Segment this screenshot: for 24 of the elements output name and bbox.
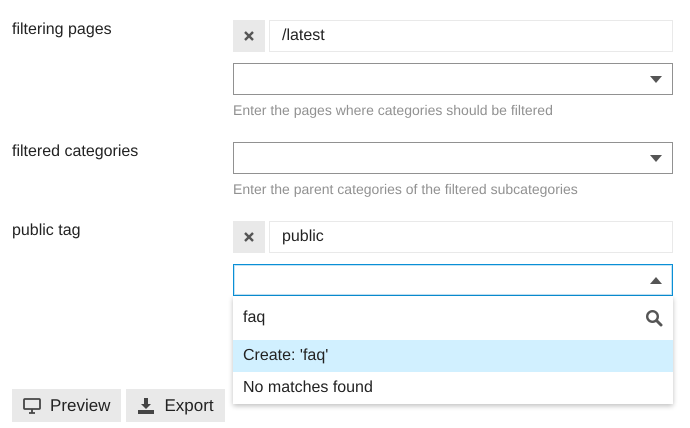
dropdown-field[interactable] xyxy=(233,63,673,95)
caret-down-icon xyxy=(650,76,662,82)
selected-value: /latest xyxy=(269,20,673,52)
close-icon xyxy=(244,31,254,41)
setting-label: filtered categories xyxy=(12,142,140,162)
dropdown-option[interactable]: Create: 'faq' xyxy=(233,340,673,372)
close-icon xyxy=(244,232,254,242)
monitor-icon xyxy=(23,398,41,414)
search-field[interactable]: faq xyxy=(233,306,645,330)
dropdown-field[interactable] xyxy=(233,142,673,174)
dropdown-option[interactable]: No matches found xyxy=(233,372,673,404)
search-icon xyxy=(645,309,663,327)
remove-button[interactable] xyxy=(233,221,265,253)
caret-down-icon xyxy=(650,154,662,162)
help-text: Enter the pages where categories should be filtered xyxy=(233,101,554,119)
caret-up-icon xyxy=(650,276,662,284)
download-icon xyxy=(137,396,156,414)
remove-button[interactable] xyxy=(233,20,265,52)
preview-button[interactable]: Preview xyxy=(12,389,122,422)
setting-label: public tag xyxy=(12,221,82,241)
help-text: Enter the parent categories of the filtered subcategories xyxy=(233,180,579,198)
selected-value: public xyxy=(269,221,673,253)
setting-label: filtering pages xyxy=(12,20,113,40)
export-button[interactable]: Export xyxy=(126,389,225,422)
